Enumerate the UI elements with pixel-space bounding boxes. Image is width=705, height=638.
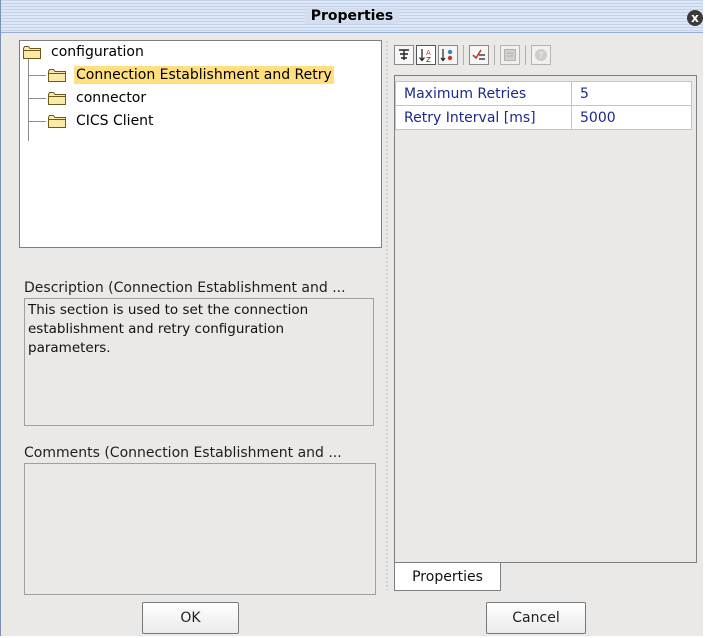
tree-line [28,121,46,122]
property-table: Maximum Retries 5 Retry Interval [ms] 50… [395,81,692,130]
folder-icon [48,114,66,128]
ok-button[interactable]: OK [142,602,239,634]
tree-node-configuration[interactable]: configuration [23,42,146,62]
folder-icon [23,45,41,59]
window-title: Properties [304,8,400,24]
svg-text:?: ? [539,52,544,62]
tree-line [28,75,46,76]
sort-category-icon[interactable] [438,45,458,65]
folder-icon [48,91,66,105]
comments-label: Comments (Connection Establishment and .… [24,445,342,461]
tree-node-label: CICS Client [76,113,154,129]
tree-node-connector[interactable]: connector [48,88,148,108]
toolbar-separator [525,45,526,65]
configuration-tree[interactable]: configuration Connection Establishment a… [19,40,382,248]
toolbar-separator [463,45,464,65]
tab-properties[interactable]: Properties [394,563,501,591]
tree-line [28,98,46,99]
description-icon[interactable] [500,45,520,65]
close-icon[interactable]: x [687,10,703,26]
sort-alphabetical-icon[interactable]: AZ [416,45,436,65]
tree-node-label: configuration [51,44,144,60]
cancel-button[interactable]: Cancel [486,602,586,634]
properties-toolbar: AZ ? [394,40,553,70]
property-sheet: Maximum Retries 5 Retry Interval [ms] 50… [394,75,697,563]
categorized-icon[interactable] [394,45,414,65]
table-row[interactable]: Retry Interval [ms] 5000 [395,105,692,130]
tree-node-cics-client[interactable]: CICS Client [48,111,156,131]
tree-line [28,59,29,141]
property-name: Retry Interval [ms] [395,105,572,130]
tree-node-connection-establishment[interactable]: Connection Establishment and Retry [48,65,334,85]
tree-node-label: Connection Establishment and Retry [74,66,334,84]
tree-node-label: connector [76,90,147,106]
description-text: This section is used to set the connecti… [24,298,374,426]
svg-text:Z: Z [426,56,431,63]
toolbar-separator [494,45,495,65]
help-icon[interactable]: ? [531,45,551,65]
properties-dialog: Properties x configuration Connection Es… [0,0,703,636]
comments-field[interactable] [24,463,376,595]
title-bar[interactable]: Properties x [1,0,703,33]
description-label: Description (Connection Establishment an… [24,280,346,296]
property-value-retry-interval[interactable]: 5000 [571,105,692,130]
folder-icon [48,68,66,82]
split-pane-divider[interactable] [385,40,389,590]
table-row[interactable]: Maximum Retries 5 [395,81,692,106]
checklist-icon[interactable] [469,45,489,65]
property-value-maximum-retries[interactable]: 5 [571,81,692,106]
property-name: Maximum Retries [395,81,572,106]
